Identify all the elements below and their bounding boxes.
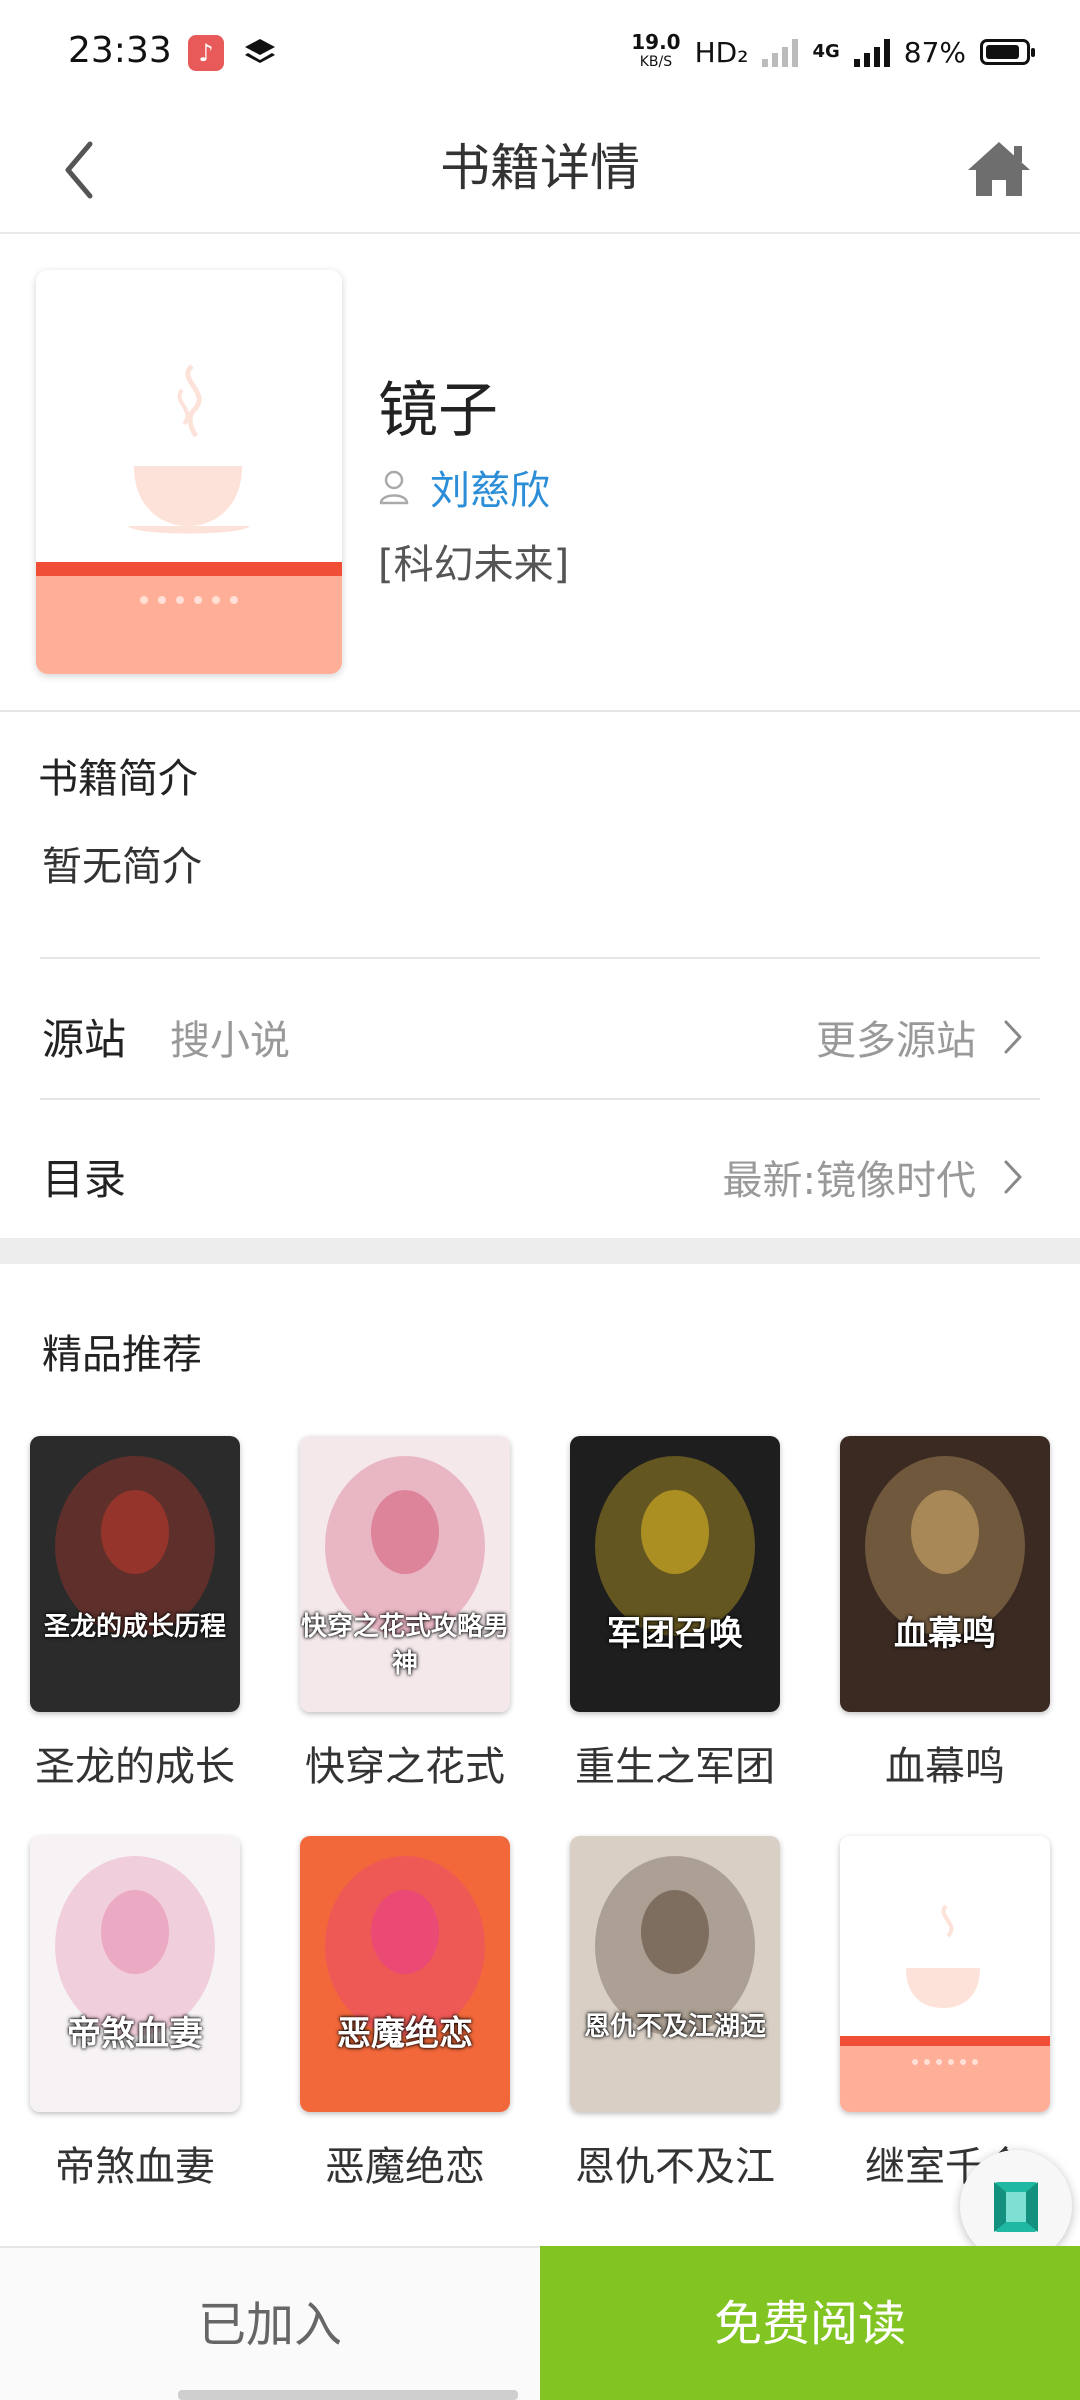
more-sources-button[interactable]: 更多源站	[816, 1008, 1024, 1066]
cover-title-text: 恶魔绝恋	[337, 2014, 473, 2054]
net-speed: 19.0 KB/S	[631, 30, 681, 70]
battery-percent: 87%	[903, 35, 966, 69]
recommend-book-title[interactable]: 快穿之花式	[280, 1734, 530, 1792]
chevron-right-icon	[1004, 1020, 1022, 1054]
catalog-row[interactable]: 目录 最新:镜像时代	[0, 1100, 1080, 1240]
recommend-book-title[interactable]: 帝煞血妻	[10, 2134, 260, 2192]
recommend-book-item[interactable]: 恶魔绝恋 恶魔绝恋	[300, 1836, 510, 2192]
title-bar: 书籍详情	[0, 104, 1080, 234]
cover-title-text: 军团召唤	[607, 1614, 743, 1654]
more-sources-label: 更多源站	[816, 1018, 976, 1064]
recommend-book-cover[interactable]: 军团召唤	[570, 1436, 780, 1712]
bottom-action-bar: 已加入 免费阅读	[0, 2246, 1080, 2400]
recommend-book-item[interactable]: 血幕鸣 血幕鸣	[840, 1436, 1050, 1792]
recommend-book-cover[interactable]: 圣龙的成长历程	[30, 1436, 240, 1712]
book-category: [科幻未来]	[378, 542, 570, 588]
recommend-book-item[interactable]: 继室千金	[840, 1836, 1050, 2192]
recommend-book-cover[interactable]: 帝煞血妻	[30, 1836, 240, 2112]
divider	[0, 710, 1080, 712]
intro-heading: 书籍简介	[38, 756, 198, 802]
catalog-label: 目录	[42, 1155, 127, 1204]
recommend-book-title[interactable]: 血幕鸣	[820, 1734, 1070, 1792]
recommend-book-title[interactable]: 重生之军团	[550, 1734, 800, 1792]
divider	[40, 957, 1040, 959]
signal-icon-sim2	[762, 37, 799, 67]
recommend-heading: 精品推荐	[42, 1332, 202, 1378]
cover-title-text: 圣龙的成长历程	[43, 1612, 226, 1642]
recommend-book-item[interactable]: 军团召唤 重生之军团	[570, 1436, 780, 1792]
book-title: 镜子	[378, 376, 498, 446]
recommend-book-item[interactable]: 快穿之花式攻略男神 快穿之花式	[300, 1436, 510, 1792]
latest-chapter: 最新:镜像时代	[722, 1158, 976, 1204]
latest-chapter-button[interactable]: 最新:镜像时代	[723, 1148, 1024, 1206]
intro-text: 暂无简介	[42, 844, 202, 890]
page-title: 书籍详情	[440, 139, 640, 197]
recommend-book-cover[interactable]: 恶魔绝恋	[300, 1836, 510, 2112]
recommend-book-title[interactable]: 恩仇不及江	[550, 2134, 800, 2192]
music-app-icon: ♪	[188, 35, 224, 71]
hd-indicator: HD₂	[694, 35, 749, 69]
source-value: 搜小说	[170, 1018, 290, 1064]
chevron-right-icon	[1004, 1160, 1022, 1194]
cover-title-text: 血幕鸣	[894, 1614, 996, 1654]
recommend-book-item[interactable]: 恩仇不及江湖远 恩仇不及江	[570, 1836, 780, 2192]
status-bar: 23:33 ♪ 19.0 KB/S HD₂ 4G 87%	[0, 0, 1080, 104]
section-separator	[0, 1238, 1080, 1264]
user-icon	[379, 470, 409, 505]
layers-icon	[245, 39, 275, 63]
cover-title-text: 快穿之花式攻略男神	[300, 1612, 509, 1679]
status-time: 23:33	[68, 30, 172, 71]
author-row[interactable]: 刘慈欣	[378, 458, 550, 516]
recommend-book-item[interactable]: 帝煞血妻 帝煞血妻	[30, 1836, 240, 2192]
default-cover-cup-icon	[840, 1836, 1050, 2112]
nav-indicator	[178, 2390, 518, 2400]
author-name[interactable]: 刘慈欣	[430, 458, 550, 516]
free-read-button[interactable]: 免费阅读	[540, 2246, 1080, 2400]
recommend-book-cover[interactable]: 恩仇不及江湖远	[570, 1836, 780, 2112]
cover-title-text: 帝煞血妻	[67, 2014, 203, 2054]
battery-icon	[980, 39, 1035, 65]
signal-icon-sim1	[853, 37, 890, 67]
recommend-book-title[interactable]: 圣龙的成长	[10, 1734, 260, 1792]
network-type: 4G	[812, 41, 840, 62]
cover-title-text: 恩仇不及江湖远	[583, 2012, 766, 2042]
recommend-book-cover[interactable]: 快穿之花式攻略男神	[300, 1436, 510, 1712]
source-row[interactable]: 源站 搜小说 更多源站	[0, 960, 1080, 1100]
recommend-book-title[interactable]: 恶魔绝恋	[280, 2134, 530, 2192]
home-icon[interactable]	[958, 128, 1040, 210]
source-label: 源站	[42, 1015, 127, 1064]
default-cover-cup-icon	[36, 270, 342, 674]
recommend-book-cover[interactable]: 血幕鸣	[840, 1436, 1050, 1712]
recommend-book-cover[interactable]	[840, 1836, 1050, 2112]
book-cover	[36, 270, 342, 674]
added-to-shelf-button[interactable]: 已加入	[0, 2248, 540, 2400]
recommend-book-item[interactable]: 圣龙的成长历程 圣龙的成长	[30, 1436, 240, 1792]
status-indicators: 19.0 KB/S HD₂ 4G 87%	[631, 30, 1035, 74]
